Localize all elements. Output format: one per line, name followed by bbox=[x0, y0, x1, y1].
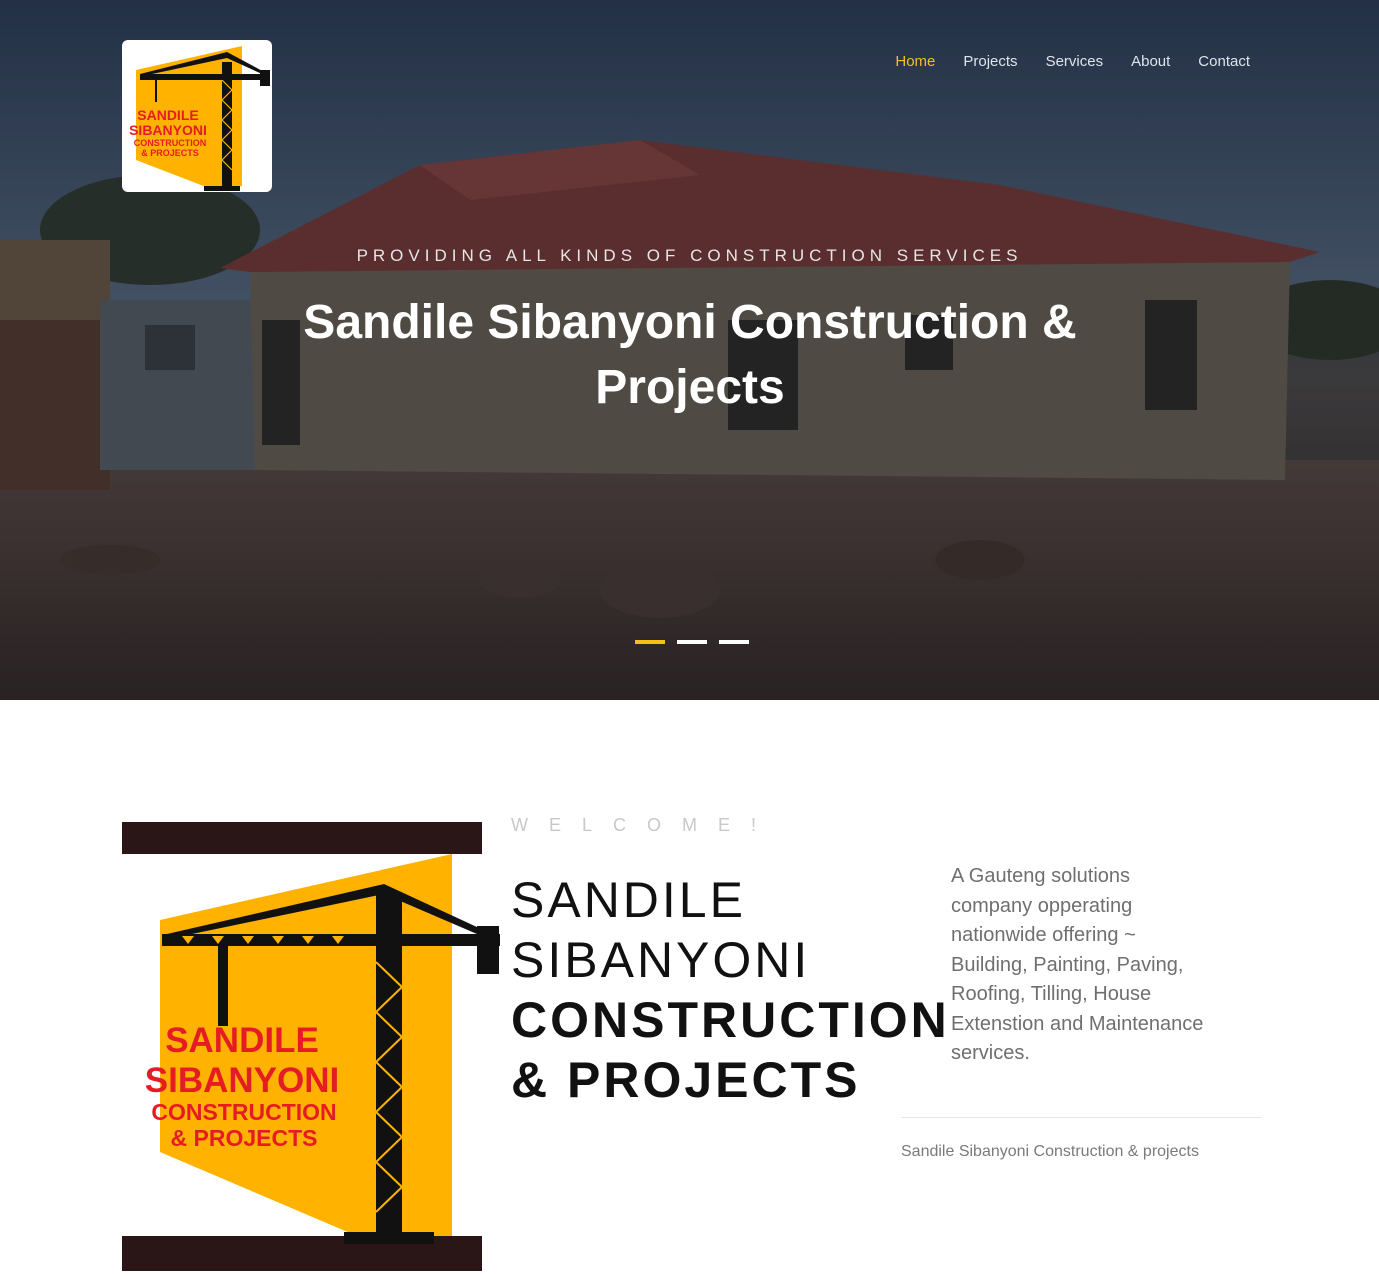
company-footnote: Sandile Sibanyoni Construction & project… bbox=[901, 1143, 1199, 1160]
crane-logo-icon: SANDILE SIBANYONI CONSTRUCTION & PROJECT… bbox=[129, 46, 270, 191]
slide-indicator-1[interactable] bbox=[635, 640, 665, 644]
nav-home[interactable]: Home bbox=[895, 53, 935, 71]
logo-text-line1: SANDILE bbox=[137, 107, 198, 123]
nav-services[interactable]: Services bbox=[1046, 53, 1104, 71]
company-description: A Gauteng solutions company opperating n… bbox=[951, 865, 1204, 1064]
logo-large-text-line3: CONSTRUCTION bbox=[151, 1099, 336, 1125]
slide-indicator-3[interactable] bbox=[719, 640, 749, 644]
logo-large-text-line1: SANDILE bbox=[165, 1021, 319, 1060]
slide-indicator-2[interactable] bbox=[677, 640, 707, 644]
site-logo[interactable]: SANDILE SIBANYONI CONSTRUCTION & PROJECT… bbox=[122, 40, 272, 192]
company-logo-large: SANDILE SIBANYONI CONSTRUCTION & PROJECT… bbox=[122, 822, 500, 1271]
hero-kicker: PROVIDING ALL KINDS OF CONSTRUCTION SERV… bbox=[356, 246, 1023, 265]
company-name-line4: & PROJECTS bbox=[511, 1052, 861, 1108]
company-name-heading: SANDILE SIBANYONI CONSTRUCTION & PROJECT… bbox=[511, 870, 951, 1110]
nav-projects[interactable]: Projects bbox=[963, 53, 1017, 71]
nav-about[interactable]: About bbox=[1131, 53, 1170, 71]
logo-large-text-line2: SIBANYONI bbox=[145, 1061, 339, 1100]
divider bbox=[901, 1117, 1261, 1118]
welcome-label: WELCOME! bbox=[511, 815, 778, 835]
logo-large-text-line4: & PROJECTS bbox=[171, 1125, 318, 1151]
main-nav: Home Projects Services About Contact bbox=[867, 53, 1250, 71]
company-name-line3: CONSTRUCTION bbox=[511, 992, 950, 1048]
hero-banner: SANDILE SIBANYONI CONSTRUCTION & PROJECT… bbox=[0, 0, 1379, 700]
logo-text-line3: CONSTRUCTION bbox=[134, 138, 207, 148]
nav-contact[interactable]: Contact bbox=[1198, 53, 1250, 71]
logo-text-line2: SIBANYONI bbox=[129, 122, 207, 138]
company-name-line1: SANDILE bbox=[511, 872, 746, 928]
slider-indicators bbox=[635, 640, 749, 644]
crane-logo-icon: SANDILE SIBANYONI CONSTRUCTION & PROJECT… bbox=[122, 822, 500, 1271]
hero-title: Sandile Sibanyoni Construction & Project… bbox=[303, 296, 1077, 414]
company-name-line2: SIBANYONI bbox=[511, 932, 811, 988]
logo-text-line4: & PROJECTS bbox=[141, 148, 199, 158]
